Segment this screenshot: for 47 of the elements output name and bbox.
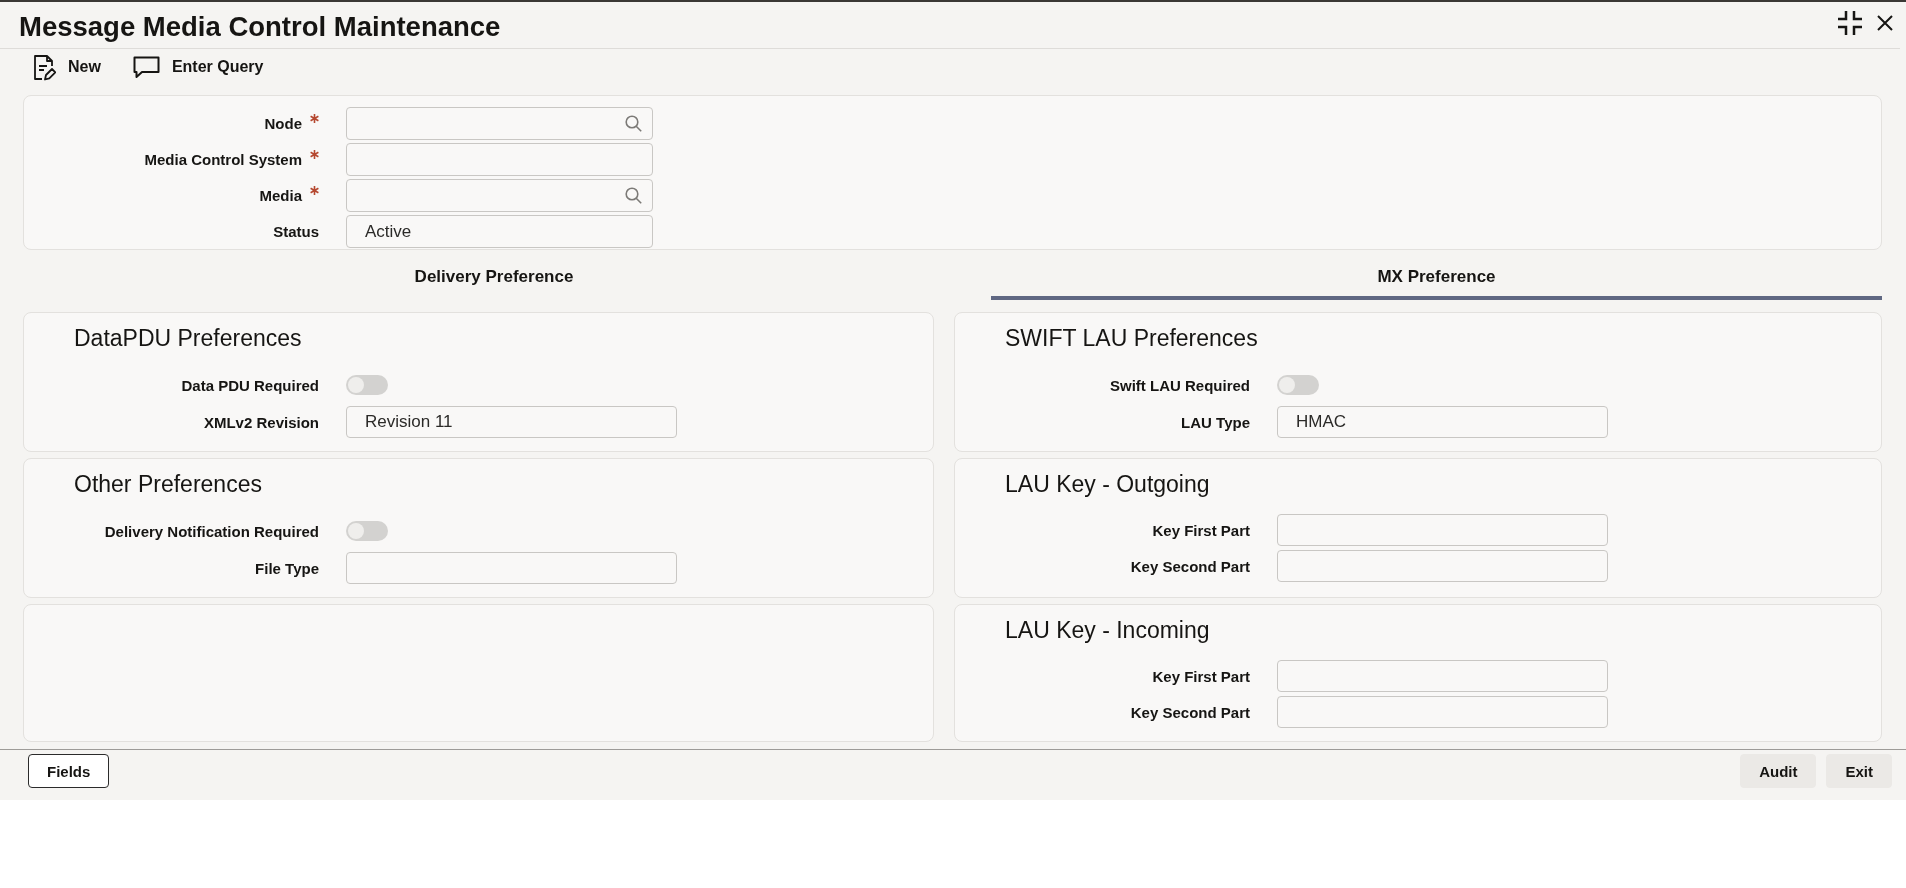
section-heading: Other Preferences	[74, 470, 262, 498]
field-label: Swift LAU Required	[1110, 376, 1250, 394]
field-label: Data PDU Required	[181, 376, 319, 394]
toggle-switch[interactable]	[346, 521, 388, 541]
field-label: Key Second Part	[1130, 557, 1250, 575]
lookup-field[interactable]	[346, 107, 653, 140]
field-label: Key First Part	[1152, 667, 1250, 685]
lookup-field[interactable]	[346, 179, 653, 212]
footer-button[interactable]: Exit	[1826, 754, 1892, 788]
field-label: XMLv2 Revision	[203, 413, 319, 431]
speech-bubble-icon	[132, 55, 160, 79]
search-icon[interactable]	[625, 115, 642, 132]
text-field[interactable]	[1277, 514, 1608, 546]
text-field[interactable]: Revision 11	[346, 406, 677, 438]
footer-button[interactable]: Fields	[28, 754, 110, 788]
toggle-switch[interactable]	[346, 375, 388, 395]
text-field[interactable]	[1277, 696, 1608, 728]
field-label: Key Second Part	[1130, 703, 1250, 721]
close-icon[interactable]	[1877, 15, 1893, 31]
search-icon[interactable]	[625, 187, 642, 204]
text-field[interactable]	[1277, 550, 1608, 582]
section-heading: DataPDU Preferences	[74, 324, 302, 352]
window-title: Message Media Control Maintenance	[19, 10, 501, 44]
section-heading: LAU Key - Incoming	[1005, 616, 1210, 644]
tab[interactable]: MX Preference	[991, 250, 1882, 300]
toolbar-button[interactable]: Enter Query	[132, 55, 264, 79]
section-heading: SWIFT LAU Preferences	[1005, 324, 1258, 352]
text-field[interactable]: Active	[346, 215, 653, 248]
text-field[interactable]: HMAC	[1277, 406, 1608, 438]
toolbar-button[interactable]: New	[32, 53, 101, 81]
field-label: Media Control System	[144, 151, 302, 168]
text-field[interactable]	[1277, 660, 1608, 692]
field-label: Media	[259, 187, 302, 204]
field-label: Status	[273, 223, 319, 240]
footer-button[interactable]: Audit	[1740, 754, 1817, 788]
field-label: Node	[264, 115, 302, 132]
field-label: Delivery Notification Required	[104, 522, 319, 540]
field-label: LAU Type	[1181, 413, 1250, 431]
text-field[interactable]	[346, 552, 677, 584]
toggle-switch[interactable]	[1277, 375, 1319, 395]
field-label: Key First Part	[1152, 521, 1250, 539]
document-edit-icon	[32, 53, 56, 81]
tab[interactable]: Delivery Preference	[23, 250, 965, 300]
collapse-corners-icon[interactable]	[1837, 10, 1863, 36]
field-label: File Type	[255, 559, 319, 577]
text-field[interactable]	[346, 143, 653, 176]
section-heading: LAU Key - Outgoing	[1005, 470, 1210, 498]
